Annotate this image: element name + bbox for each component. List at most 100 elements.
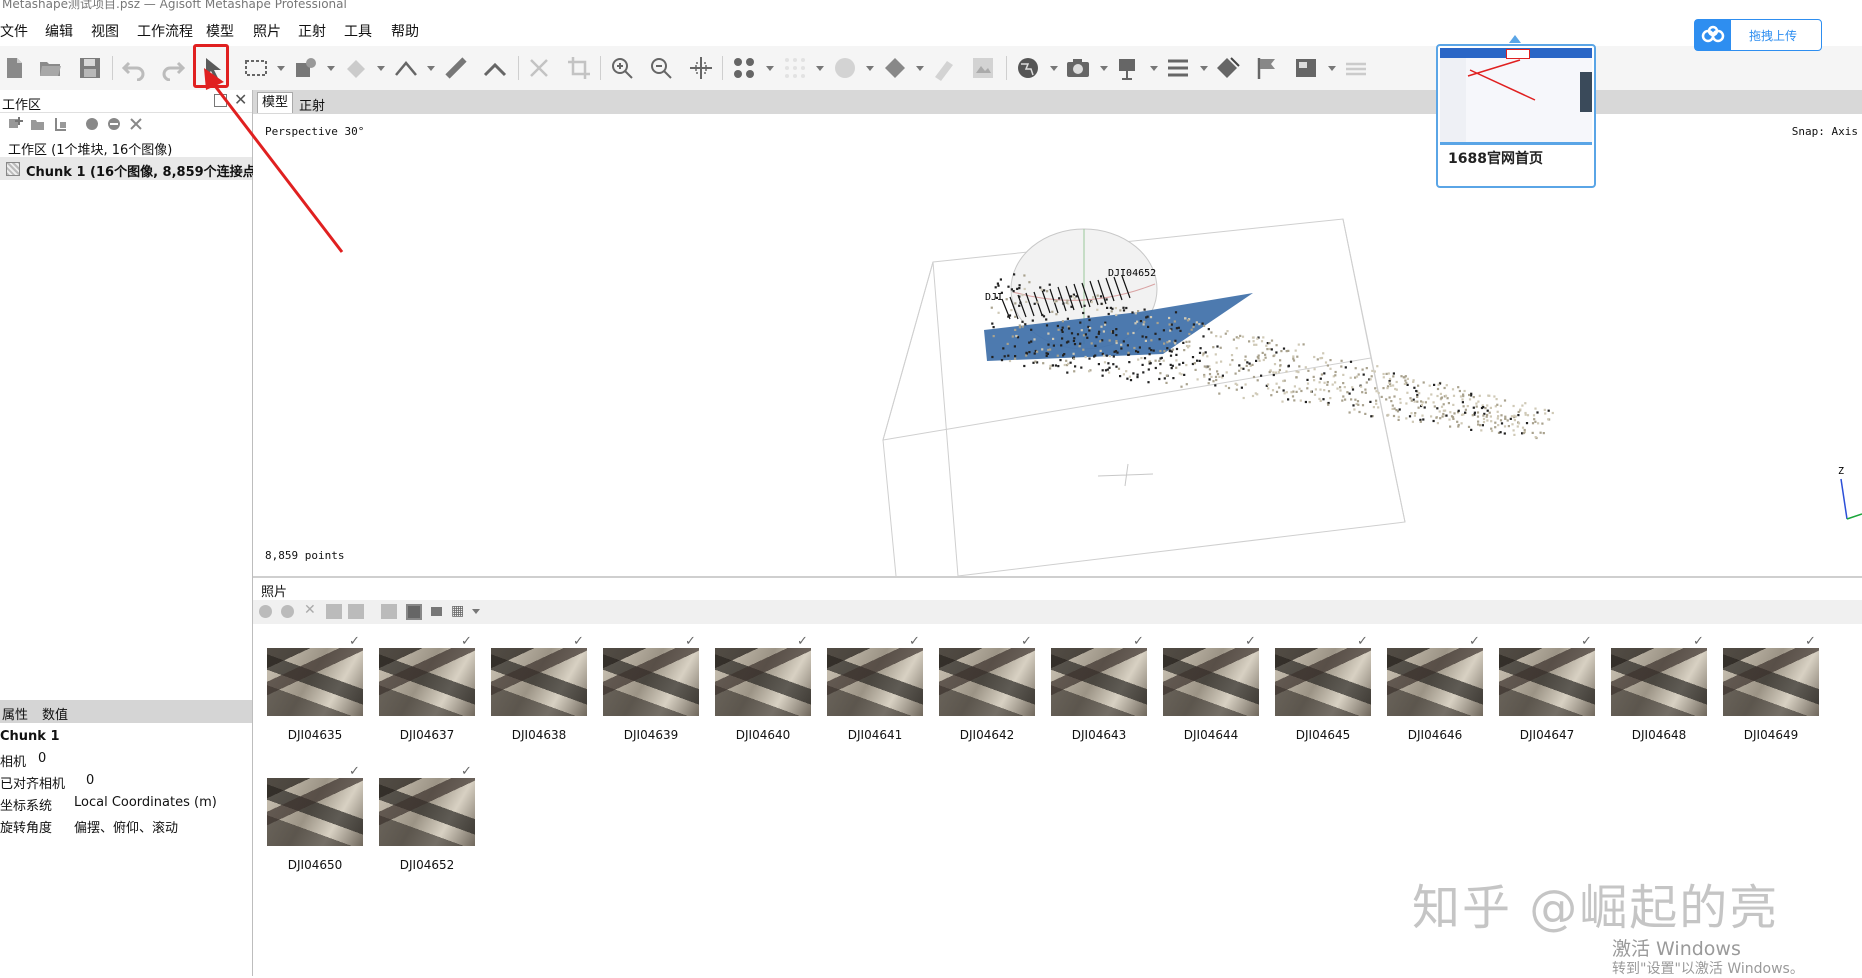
photo-thumbnail[interactable]: ✓ DJI04637 [365, 634, 477, 754]
enable-icon[interactable] [84, 116, 100, 132]
photo-thumbnail[interactable]: ✓ DJI04644 [1149, 634, 1261, 754]
photo-thumbnail[interactable]: ✓ DJI04649 [1709, 634, 1821, 754]
open-folder-icon[interactable] [34, 52, 66, 84]
flag-icon[interactable] [1251, 52, 1283, 84]
rotate-right-icon[interactable] [348, 604, 364, 619]
menu-tools[interactable]: 工具 [344, 21, 372, 41]
move-region-icon[interactable] [685, 52, 717, 84]
delete-icon[interactable] [523, 52, 555, 84]
redo-icon[interactable] [157, 52, 189, 84]
menu-workflow[interactable]: 工作流程 [137, 21, 193, 41]
points-icon[interactable] [728, 52, 760, 84]
photo-thumbnail[interactable]: ✓ DJI04640 [701, 634, 813, 754]
mask-icon[interactable] [381, 604, 397, 619]
photo-image [1275, 648, 1371, 716]
menu-photo[interactable]: 照片 [253, 21, 281, 41]
texture-icon[interactable] [967, 52, 999, 84]
check-icon: ✓ [1805, 634, 1816, 649]
menu-edit[interactable]: 编辑 [45, 21, 73, 41]
camera-filter-icon[interactable] [406, 604, 422, 620]
menu-file[interactable]: 文件 [0, 21, 28, 41]
grid-icon[interactable] [779, 52, 811, 84]
photo-thumbnail[interactable]: ✓ DJI04642 [925, 634, 1037, 754]
add-chunk-icon[interactable] [8, 116, 24, 132]
menu-bar: 文件 编辑 视图 工作流程 模型 照片 正射 工具 帮助 [0, 12, 1862, 46]
photo-thumbnail[interactable]: ✓ DJI04648 [1597, 634, 1709, 754]
check-icon: ✓ [1133, 634, 1144, 649]
property-key: 相机 [0, 755, 27, 770]
zhihu-watermark: 知乎 @崛起的亮 [1412, 880, 1780, 936]
disable-photo-icon[interactable] [281, 605, 294, 618]
undo-icon[interactable] [118, 52, 150, 84]
check-icon: ✓ [461, 634, 472, 649]
windows-activation-hint: 转到"设置"以激活 Windows。 [1612, 961, 1804, 977]
camera-marker-icon[interactable] [1112, 52, 1144, 84]
photo-thumbnail[interactable]: ✓ DJI04638 [477, 634, 589, 754]
add-folder-icon[interactable] [54, 116, 70, 132]
property-row: 旋转角度 偏摆、俯仰、滚动 [0, 814, 252, 836]
globe-icon[interactable] [1012, 52, 1044, 84]
menu-view[interactable]: 视图 [91, 21, 119, 41]
photo-label: DJI04641 [847, 728, 903, 742]
annotation-arrow [204, 68, 344, 253]
camera-label-first: DJI [985, 292, 1003, 303]
ruler-icon[interactable] [440, 52, 472, 84]
photo-thumbnail[interactable]: ✓ DJI04647 [1485, 634, 1597, 754]
menu-model[interactable]: 模型 [206, 21, 234, 41]
photo-thumbnail[interactable]: ✓ DJI04635 [253, 634, 365, 754]
photo-thumbnail[interactable]: ✓ DJI04643 [1037, 634, 1149, 754]
new-document-icon[interactable] [0, 52, 30, 84]
model-viewport[interactable]: Perspective 30° Snap: Axis 8,859 points … [253, 114, 1862, 576]
property-value: 0 [38, 751, 47, 766]
rotate-left-icon[interactable] [326, 604, 342, 619]
photo-thumbnail[interactable]: ✓ DJI04639 [589, 634, 701, 754]
measure-icon[interactable] [390, 52, 422, 84]
add-photos-icon[interactable] [30, 116, 46, 132]
photo-thumbnail[interactable]: ✓ DJI04646 [1373, 634, 1485, 754]
cloud-icon [1695, 20, 1731, 50]
crop-icon[interactable] [563, 52, 595, 84]
enable-photo-icon[interactable] [259, 605, 272, 618]
layers-icon[interactable] [1162, 52, 1194, 84]
preview-thumbnail [1440, 48, 1592, 145]
drag-upload-button[interactable]: 拖拽上传 [1694, 19, 1822, 51]
property-row: Chunk 1 [0, 726, 252, 748]
thumbnail-view-icon[interactable]: ▦ [451, 603, 464, 619]
photo-thumbnail[interactable]: ✓ DJI04641 [813, 634, 925, 754]
photo-image [939, 648, 1035, 716]
photo-label: DJI04644 [1183, 728, 1239, 742]
disable-icon[interactable] [106, 116, 122, 132]
photo-thumbnail[interactable]: ✓ DJI04645 [1261, 634, 1373, 754]
workspace-root-item[interactable]: 工作区 (1个堆块, 16个图像) [8, 139, 172, 158]
stack-icon[interactable] [1340, 52, 1372, 84]
save-icon[interactable] [74, 52, 106, 84]
shapes-icon[interactable] [1212, 52, 1244, 84]
brush-icon[interactable] [928, 52, 960, 84]
photo-image [267, 648, 363, 716]
property-column-header: 属性 [2, 708, 29, 723]
menu-help[interactable]: 帮助 [391, 21, 419, 41]
pyramid-icon[interactable] [879, 52, 911, 84]
polyline-icon[interactable] [479, 52, 511, 84]
scene-3d: DJI DJI04652 Z [882, 218, 1862, 576]
zoom-out-icon[interactable] [645, 52, 677, 84]
photo-label: DJI04646 [1407, 728, 1463, 742]
camera-icon[interactable] [1062, 52, 1094, 84]
view-mode-dropdown-icon[interactable] [472, 609, 480, 614]
menu-ortho[interactable]: 正射 [298, 21, 326, 41]
check-icon: ✓ [461, 764, 472, 779]
remove-icon[interactable] [128, 116, 144, 132]
browser-preview-popup[interactable]: 1688官网首页 [1436, 44, 1596, 188]
check-icon: ✓ [1581, 634, 1592, 649]
property-row: 坐标系统 Local Coordinates (m) [0, 792, 252, 814]
property-key: Chunk 1 [0, 729, 60, 744]
image-icon[interactable] [1290, 52, 1322, 84]
sphere-icon[interactable] [829, 52, 861, 84]
photo-thumbnail[interactable]: ✓ DJI04652 [365, 764, 477, 884]
zoom-in-icon[interactable] [606, 52, 638, 84]
remove-photo-icon[interactable]: ✕ [304, 602, 316, 618]
check-icon: ✓ [349, 634, 360, 649]
photo-thumbnail[interactable]: ✓ DJI04650 [253, 764, 365, 884]
value-column-header: 数值 [42, 708, 69, 723]
small-view-icon[interactable] [431, 607, 442, 616]
